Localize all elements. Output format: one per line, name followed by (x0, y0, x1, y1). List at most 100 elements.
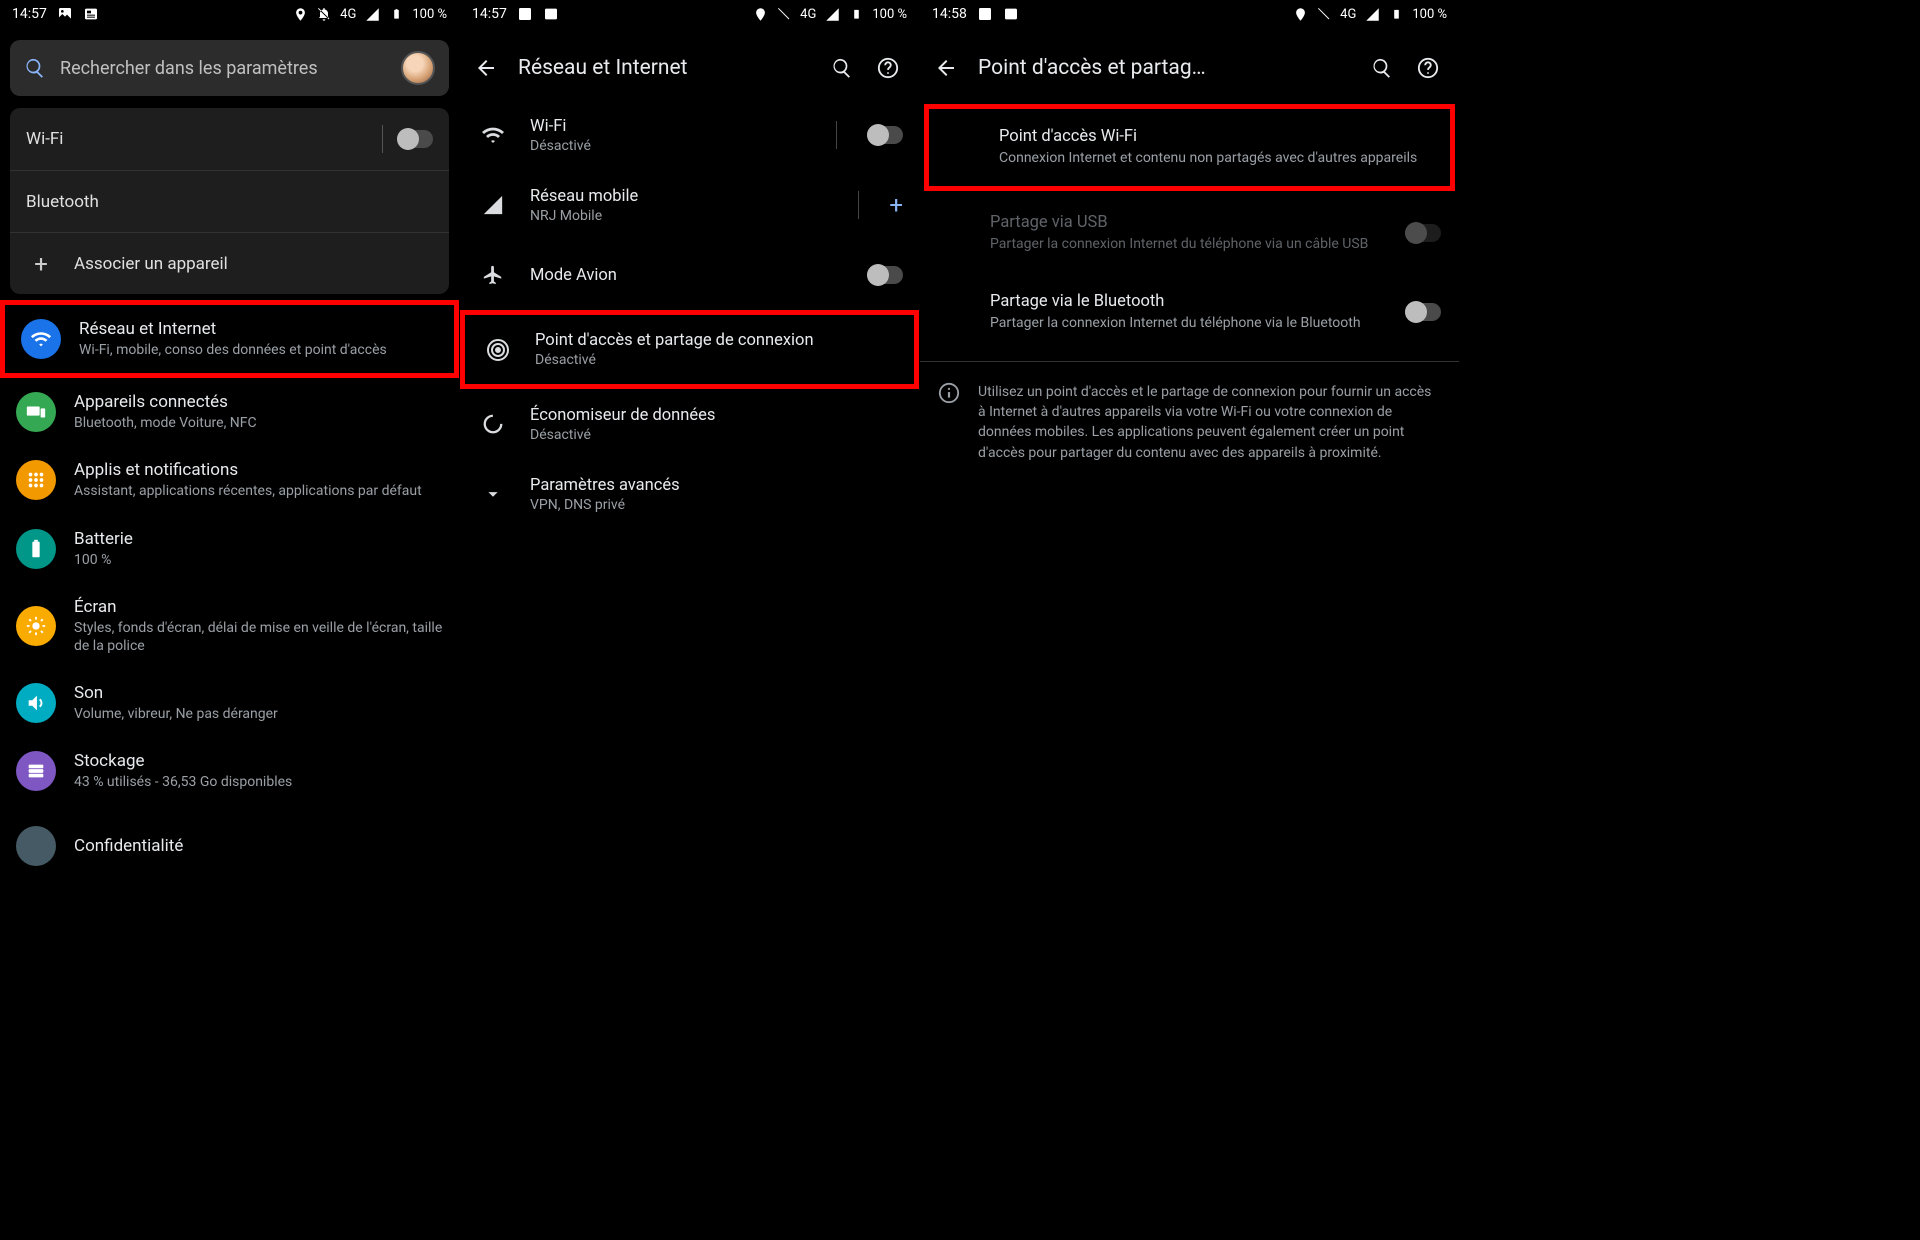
battery-icon (16, 529, 56, 569)
image-icon (977, 6, 993, 22)
wifi-icon (476, 123, 510, 147)
image-icon (517, 6, 533, 22)
item-title: Partage via USB (990, 213, 1389, 232)
status-network: 4G (340, 7, 356, 22)
settings-item-battery[interactable]: Batterie100 % (0, 515, 459, 583)
wifi-toggle[interactable] (397, 130, 433, 148)
item-title: Stockage (74, 751, 443, 771)
status-battery: 100 % (412, 7, 447, 22)
plus-icon: + (26, 250, 56, 278)
item-sub: NRJ Mobile (530, 208, 828, 224)
news-icon (83, 6, 99, 22)
item-title: Point d'accès et partage de connexion (535, 331, 898, 350)
item-title: Appareils connectés (74, 392, 443, 412)
net-mobile[interactable]: Réseau mobile NRJ Mobile + (460, 170, 919, 240)
net-advanced[interactable]: Paramètres avancésVPN, DNS privé (460, 459, 919, 529)
item-title: Économiseur de données (530, 406, 903, 425)
news-icon (543, 6, 559, 22)
separator (858, 191, 859, 219)
item-sub: 43 % utilisés - 36,53 Go disponibles (74, 773, 443, 791)
status-network: 4G (800, 7, 816, 22)
wifi-icon (21, 319, 61, 359)
item-title: Mode Avion (530, 266, 847, 285)
battery-icon (1388, 6, 1404, 22)
back-button[interactable] (474, 56, 500, 80)
settings-item-storage[interactable]: Stockage 43 % utilisés - 36,53 Go disponi… (0, 737, 459, 805)
quick-pair-label: Associer un appareil (74, 254, 433, 274)
item-sub: VPN, DNS privé (530, 497, 903, 513)
app-header: Réseau et Internet (460, 36, 919, 100)
settings-item-sound[interactable]: Son Volume, vibreur, Ne pas déranger (0, 669, 459, 737)
info-icon (938, 382, 960, 463)
search-icon (24, 57, 46, 79)
item-title: Partage via le Bluetooth (990, 292, 1389, 311)
screen-settings-home: 14:57 4G 100 % Rechercher dans les param… (0, 0, 460, 1240)
net-datasaver[interactable]: Économiseur de donnéesDésactivé (460, 389, 919, 459)
hotspot-usb-row: Partage via USB Partager la connexion In… (920, 201, 1459, 266)
status-time: 14:58 (932, 6, 967, 22)
item-sub: Désactivé (530, 138, 806, 154)
info-text: Utilisez un point d'accès et le partage … (978, 382, 1441, 463)
avatar[interactable] (401, 51, 435, 85)
net-hotspot[interactable]: Point d'accès et partage de connexionDés… (460, 310, 919, 389)
item-title: Son (74, 683, 443, 703)
status-network: 4G (1340, 7, 1356, 22)
add-button[interactable]: + (889, 191, 903, 219)
screen-hotspot: 14:58 4G 100 % Point d'accès et partag… … (920, 0, 1460, 1240)
battery-icon (388, 6, 404, 22)
help-button[interactable] (1417, 57, 1445, 79)
status-battery: 100 % (1412, 7, 1447, 22)
item-title: Point d'accès Wi-Fi (999, 127, 1430, 146)
help-button[interactable] (877, 57, 905, 79)
back-button[interactable] (934, 56, 960, 80)
airplane-toggle[interactable] (867, 266, 903, 284)
airplane-icon (476, 264, 510, 286)
item-title: Confidentialité (74, 836, 443, 856)
image-icon (57, 6, 73, 22)
net-wifi[interactable]: Wi-Fi Désactivé (460, 100, 919, 170)
hotspot-wifi-row[interactable]: Point d'accès Wi-Fi Connexion Internet e… (924, 104, 1455, 191)
item-sub: Volume, vibreur, Ne pas déranger (74, 705, 443, 723)
sound-icon (16, 683, 56, 723)
quick-bluetooth[interactable]: Bluetooth (10, 170, 449, 232)
usb-toggle (1405, 224, 1441, 242)
item-title: Réseau mobile (530, 187, 828, 206)
quick-wifi[interactable]: Wi-Fi (10, 108, 449, 170)
settings-item-devices[interactable]: Appareils connectésBluetooth, mode Voitu… (0, 378, 459, 446)
item-sub: Connexion Internet et contenu non partag… (999, 149, 1430, 168)
item-sub: Partager la connexion Internet du téléph… (990, 235, 1389, 254)
settings-list: Réseau et InternetWi-Fi, mobile, conso d… (0, 300, 459, 872)
page-title: Réseau et Internet (518, 56, 813, 80)
bt-toggle[interactable] (1405, 303, 1441, 321)
hotspot-bt-row[interactable]: Partage via le Bluetooth Partager la con… (920, 280, 1459, 345)
net-airplane[interactable]: Mode Avion (460, 240, 919, 310)
status-time: 14:57 (12, 6, 47, 22)
settings-item-apps[interactable]: Applis et notificationsAssistant, applic… (0, 446, 459, 514)
storage-icon (16, 751, 56, 791)
battery-icon (848, 6, 864, 22)
apps-icon (16, 460, 56, 500)
search-button[interactable] (831, 57, 859, 79)
location-icon (292, 6, 308, 22)
status-battery: 100 % (872, 7, 907, 22)
item-title: Wi-Fi (530, 117, 806, 136)
status-time: 14:57 (472, 6, 507, 22)
settings-item-display[interactable]: ÉcranStyles, fonds d'écran, délai de mis… (0, 583, 459, 669)
signal-icon (476, 194, 510, 216)
news-icon (1003, 6, 1019, 22)
status-bar: 14:57 4G 100 % (460, 0, 919, 28)
search-button[interactable] (1371, 57, 1399, 79)
quick-wifi-label: Wi-Fi (26, 129, 382, 149)
wifi-toggle[interactable] (867, 126, 903, 144)
location-icon (752, 6, 768, 22)
status-bar: 14:57 4G 100 % (0, 0, 459, 28)
quick-pair[interactable]: + Associer un appareil (10, 232, 449, 294)
status-bar: 14:58 4G 100 % (920, 0, 1459, 28)
settings-item-privacy[interactable]: Confidentialité (0, 806, 459, 872)
separator (382, 125, 383, 153)
settings-item-network[interactable]: Réseau et InternetWi-Fi, mobile, conso d… (0, 300, 459, 378)
app-header: Point d'accès et partag… (920, 36, 1459, 100)
quick-bluetooth-label: Bluetooth (26, 192, 433, 212)
search-bar[interactable]: Rechercher dans les paramètres (10, 40, 449, 96)
item-sub: Partager la connexion Internet du téléph… (990, 314, 1389, 333)
